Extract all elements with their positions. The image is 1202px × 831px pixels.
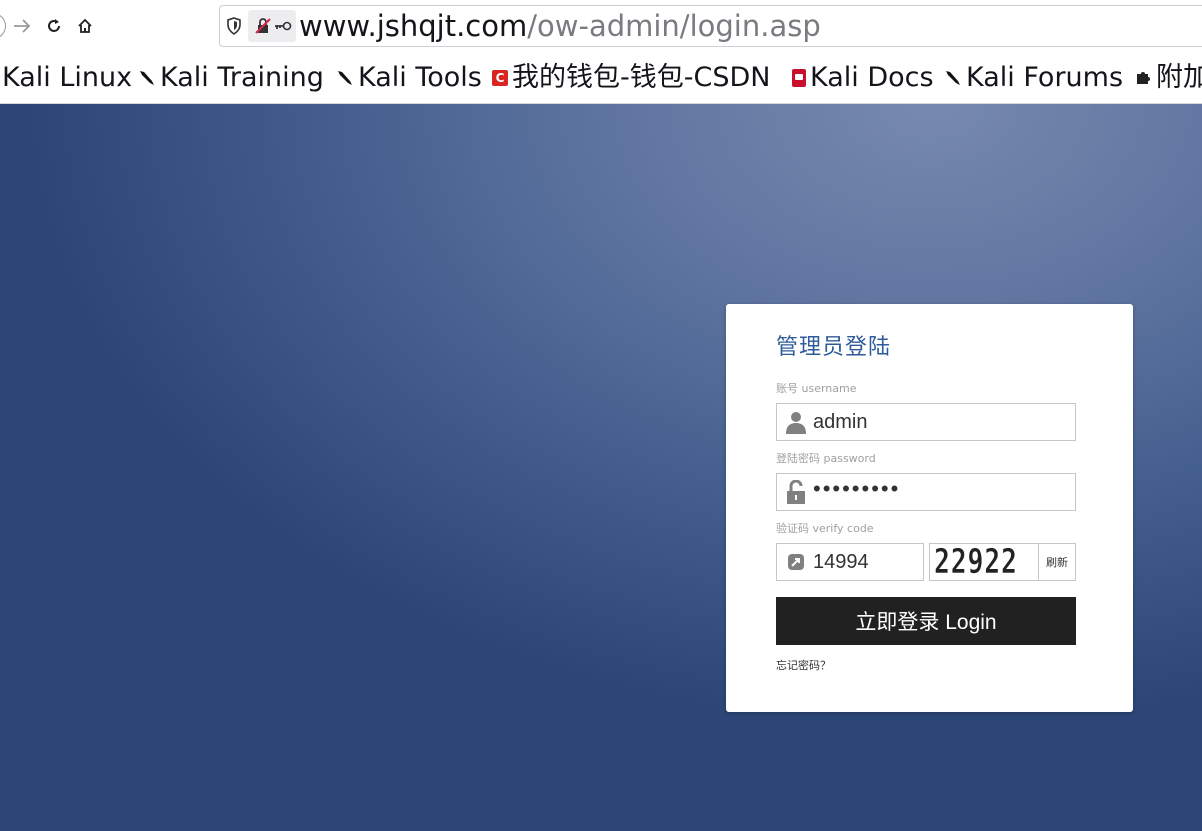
- forgot-password-link[interactable]: 忘记密码？: [776, 657, 831, 673]
- verify-code-field[interactable]: 14994: [776, 543, 924, 581]
- bookmark-label: Kali Forums: [966, 62, 1124, 93]
- back-button[interactable]: [0, 13, 6, 39]
- reload-button[interactable]: [42, 14, 66, 38]
- password-value: •••••••••: [813, 476, 901, 501]
- username-value: admin: [813, 411, 868, 433]
- site-identity-button[interactable]: [248, 10, 296, 42]
- username-label: 账号 username: [776, 382, 857, 395]
- bookmark-label: Kali Docs: [810, 62, 934, 93]
- verify-code-icon: [788, 554, 804, 570]
- key-icon: [275, 21, 292, 31]
- username-field[interactable]: admin: [776, 403, 1076, 441]
- bookmark-label: 我的钱包-钱包-CSDN: [512, 62, 771, 93]
- captcha-image[interactable]: 22922: [929, 543, 1039, 581]
- browser-toolbar: www.jshqjt.com/ow-admin/login.asp: [0, 0, 1202, 52]
- bookmark-kali-tools[interactable]: Kali Tools: [336, 61, 482, 95]
- login-page-background: 管理员登陆 账号 username admin 登陆密码 password ••…: [0, 104, 1202, 831]
- puzzle-icon: [1137, 72, 1150, 84]
- captcha-text: 22922: [934, 543, 1018, 581]
- password-label: 登陆密码 password: [776, 452, 876, 465]
- verify-code-label: 验证码 verify code: [776, 522, 874, 535]
- user-icon: [786, 412, 806, 434]
- csdn-icon: C: [492, 70, 508, 86]
- verify-code-value: 14994: [813, 551, 869, 573]
- shield-icon[interactable]: [226, 17, 242, 35]
- forward-button[interactable]: [10, 14, 34, 38]
- kali-dragon-icon: [338, 71, 352, 85]
- bookmark-kali-linux[interactable]: Kali Linux: [2, 61, 132, 95]
- login-title: 管理员登陆: [776, 335, 892, 360]
- password-field[interactable]: •••••••••: [776, 473, 1076, 511]
- arrow-right-icon: [14, 19, 31, 33]
- bookmark-kali-docs[interactable]: Kali Docs: [792, 61, 934, 95]
- bookmark-label: Kali Linux: [2, 62, 133, 93]
- reload-icon: [48, 19, 60, 32]
- login-button[interactable]: 立即登录 Login: [776, 597, 1076, 645]
- kali-docs-icon: [792, 69, 806, 87]
- insecure-lock-icon: [255, 18, 271, 34]
- url-path: /ow-admin/login.asp: [527, 9, 821, 43]
- home-icon: [78, 18, 92, 33]
- bookmark-kali-forums[interactable]: Kali Forums: [944, 61, 1123, 95]
- refresh-captcha-button[interactable]: 刷新: [1038, 543, 1076, 581]
- address-bar[interactable]: www.jshqjt.com/ow-admin/login.asp: [219, 5, 1202, 47]
- kali-dragon-icon: [140, 71, 154, 85]
- bookmark-csdn-wallet[interactable]: C 我的钱包-钱包-CSDN: [492, 61, 770, 95]
- home-button[interactable]: [73, 14, 97, 38]
- bookmark-kali-training[interactable]: Kali Training: [138, 61, 324, 95]
- bookmark-addons[interactable]: 附加: [1134, 61, 1202, 95]
- login-panel: 管理员登陆 账号 username admin 登陆密码 password ••…: [726, 304, 1133, 712]
- unlock-icon: [787, 480, 805, 504]
- url-text[interactable]: www.jshqjt.com/ow-admin/login.asp: [299, 9, 821, 43]
- bookmarks-toolbar: Kali Linux Kali Training Kali Tools C 我的…: [0, 52, 1202, 104]
- bookmark-label: Kali Training: [160, 62, 324, 93]
- kali-dragon-icon: [946, 71, 960, 85]
- bookmark-label: 附加: [1156, 62, 1202, 93]
- bookmark-label: Kali Tools: [358, 62, 482, 93]
- url-host: www.jshqjt.com: [299, 9, 528, 43]
